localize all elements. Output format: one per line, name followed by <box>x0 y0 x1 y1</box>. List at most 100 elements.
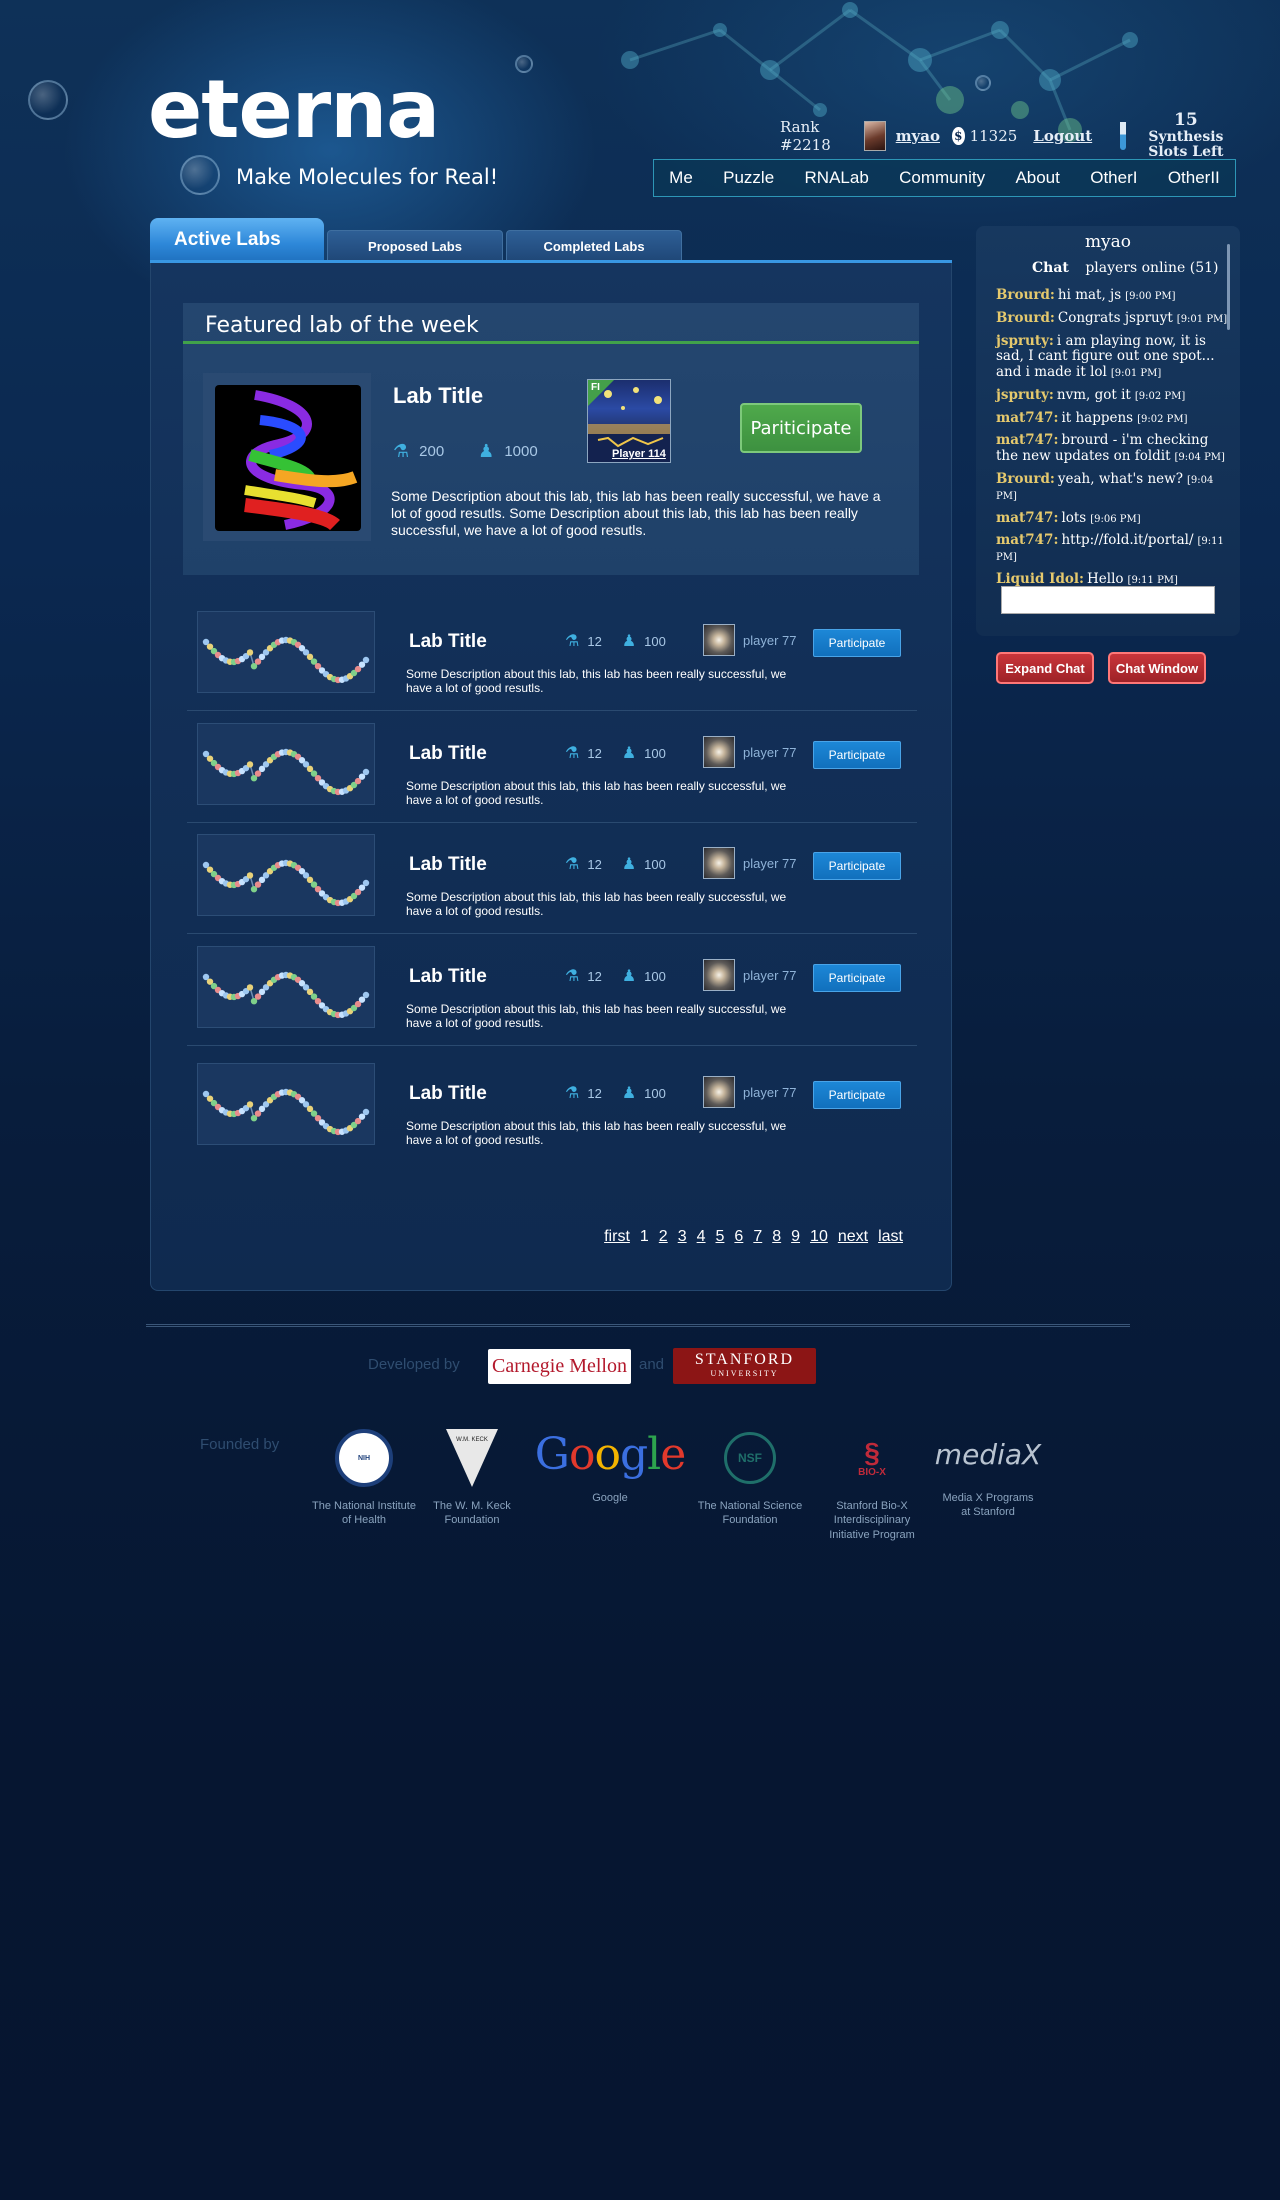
lab-row-title[interactable]: Lab Title <box>409 1083 487 1105</box>
lab-row-image[interactable] <box>197 723 375 805</box>
lab-row-image[interactable] <box>197 946 375 1028</box>
chat-author[interactable]: Brourd: <box>996 471 1055 487</box>
page-link[interactable]: 6 <box>734 1228 743 1246</box>
participate-button[interactable]: Participate <box>813 629 901 657</box>
lab-row-stat-2: 100 <box>644 633 666 649</box>
participate-button[interactable]: Participate <box>813 964 901 992</box>
tab-completed-labs[interactable]: Completed Labs <box>506 230 682 262</box>
chat-time: [9:00 PM] <box>1125 291 1176 302</box>
chat-author[interactable]: jspruty: <box>996 333 1054 349</box>
chat-time: [9:06 PM] <box>1090 513 1141 525</box>
lab-row-player[interactable]: player 77 <box>703 959 796 991</box>
tab-active-labs[interactable]: Active Labs <box>150 218 324 262</box>
nav-about[interactable]: About <box>1015 168 1059 188</box>
page-link[interactable]: 8 <box>772 1228 781 1246</box>
players-online[interactable]: players online (51) <box>1085 260 1218 276</box>
page-link[interactable]: 4 <box>697 1228 706 1246</box>
sponsor-nih[interactable]: NIH The National Institute of Health <box>308 1425 420 1528</box>
rna-base <box>362 879 370 887</box>
lab-row-image[interactable] <box>197 1063 375 1145</box>
chat-message: mat747: brourd - i'm checking the new upd… <box>996 433 1228 465</box>
stanford-logo-title: STANFORD <box>694 1351 795 1368</box>
chat-author[interactable]: Brourd: <box>996 310 1055 326</box>
nav-community[interactable]: Community <box>899 168 985 188</box>
featured-player-name[interactable]: Player 114 <box>612 448 666 460</box>
featured-player-thumb[interactable]: FI Player 114 <box>587 379 671 463</box>
rna-base <box>246 872 254 879</box>
lab-row-stat-1: 12 <box>587 968 602 984</box>
sponsor-nsf[interactable]: NSF The National Science Foundation <box>694 1425 806 1528</box>
page-link[interactable]: 2 <box>659 1228 668 1246</box>
footer-divider <box>146 1324 1130 1327</box>
chat-text: lots <box>1061 509 1087 526</box>
lab-row-image[interactable] <box>197 611 375 693</box>
featured-molecule-image[interactable] <box>215 385 361 531</box>
sponsor-label: The National Institute of Health <box>312 1500 416 1527</box>
featured-lab-title[interactable]: Lab Title <box>393 383 483 409</box>
lab-row-stat-2: 100 <box>644 1085 666 1101</box>
carnegie-mellon-logo[interactable]: Carnegie Mellon <box>488 1349 631 1384</box>
rna-base <box>362 1108 370 1116</box>
participate-button[interactable]: Participate <box>813 1081 901 1109</box>
featured-divider <box>183 341 919 344</box>
nav-me[interactable]: Me <box>669 168 693 188</box>
page-link[interactable]: 7 <box>753 1228 762 1246</box>
nav-puzzle[interactable]: Puzzle <box>723 168 774 188</box>
lab-row-player[interactable]: player 77 <box>703 847 796 879</box>
page-link[interactable]: 9 <box>791 1228 800 1246</box>
rna-base <box>362 656 370 664</box>
participate-button[interactable]: Participate <box>813 852 901 880</box>
sponsor-keck[interactable]: W.M. KECK The W. M. Keck Foundation <box>428 1425 516 1528</box>
lab-row-stat-1: 12 <box>587 633 602 649</box>
page-link[interactable]: 3 <box>678 1228 687 1246</box>
chat-input[interactable] <box>1001 586 1215 614</box>
lab-row-player[interactable]: player 77 <box>703 624 796 656</box>
stanford-logo[interactable]: STANFORD UNIVERSITY <box>673 1348 816 1384</box>
google-logo: Google <box>534 1428 686 1480</box>
username-link[interactable]: myao <box>896 127 940 145</box>
lab-row-title[interactable]: Lab Title <box>409 631 487 653</box>
chat-author[interactable]: mat747: <box>996 510 1058 526</box>
page-link[interactable]: 10 <box>810 1228 828 1246</box>
chat-time: [9:02 PM] <box>1134 390 1186 402</box>
expand-chat-button[interactable]: Expand Chat <box>996 652 1094 684</box>
chat-author[interactable]: mat747: <box>996 432 1058 449</box>
flask-icon: ⚗ <box>565 968 580 985</box>
logout-link[interactable]: Logout <box>1033 127 1092 145</box>
chat-author[interactable]: jspruty: <box>996 387 1054 403</box>
eterna-logo[interactable]: eterna <box>148 70 440 150</box>
avatar[interactable] <box>864 121 886 151</box>
chat-author[interactable]: Liquid Idol: <box>996 571 1084 587</box>
bubble-decoration <box>180 155 220 195</box>
slots-label: Synthesis Slots Left <box>1148 129 1224 160</box>
participate-button[interactable]: Participate <box>813 741 901 769</box>
chat-author[interactable]: mat747: <box>996 532 1058 548</box>
page-next[interactable]: next <box>838 1228 868 1246</box>
tab-proposed-labs[interactable]: Proposed Labs <box>327 230 503 262</box>
chat-author[interactable]: Brourd: <box>996 287 1055 303</box>
lab-row-player[interactable]: player 77 <box>703 736 796 768</box>
lab-row-title[interactable]: Lab Title <box>409 966 487 988</box>
nav-rnalab[interactable]: RNALab <box>805 168 869 188</box>
chat-author[interactable]: mat747: <box>996 410 1058 426</box>
bubble-decoration <box>975 75 991 91</box>
lab-row-title[interactable]: Lab Title <box>409 743 487 765</box>
lab-row-title[interactable]: Lab Title <box>409 854 487 876</box>
lab-row: Lab Title ⚗ 12 ♟ 100 player 77 Participa… <box>187 936 917 1046</box>
nav-other-i[interactable]: OtherI <box>1090 168 1137 188</box>
sponsor-biox[interactable]: § BIO-X Stanford Bio-X Interdisciplinary In… <box>818 1425 926 1542</box>
page-link[interactable]: 5 <box>716 1228 725 1246</box>
featured-participate-button[interactable]: Pariticipate <box>740 403 862 453</box>
chat-time: [9:11 PM] <box>1127 574 1178 586</box>
page-first[interactable]: first <box>604 1228 630 1246</box>
chat-window-button[interactable]: Chat Window <box>1108 652 1206 684</box>
lab-row-image[interactable] <box>197 834 375 916</box>
lab-row-player[interactable]: player 77 <box>703 1076 796 1108</box>
lab-row-stat-1: 12 <box>587 856 602 872</box>
slots-count: 15 <box>1174 110 1198 131</box>
nav-other-ii[interactable]: OtherII <box>1168 168 1220 188</box>
page-last[interactable]: last <box>878 1228 903 1246</box>
player-avatar <box>703 624 735 656</box>
sponsor-mediax[interactable]: mediaX Media X Programs at Stanford <box>926 1425 1050 1520</box>
sponsor-google[interactable]: Google Google <box>534 1425 686 1505</box>
